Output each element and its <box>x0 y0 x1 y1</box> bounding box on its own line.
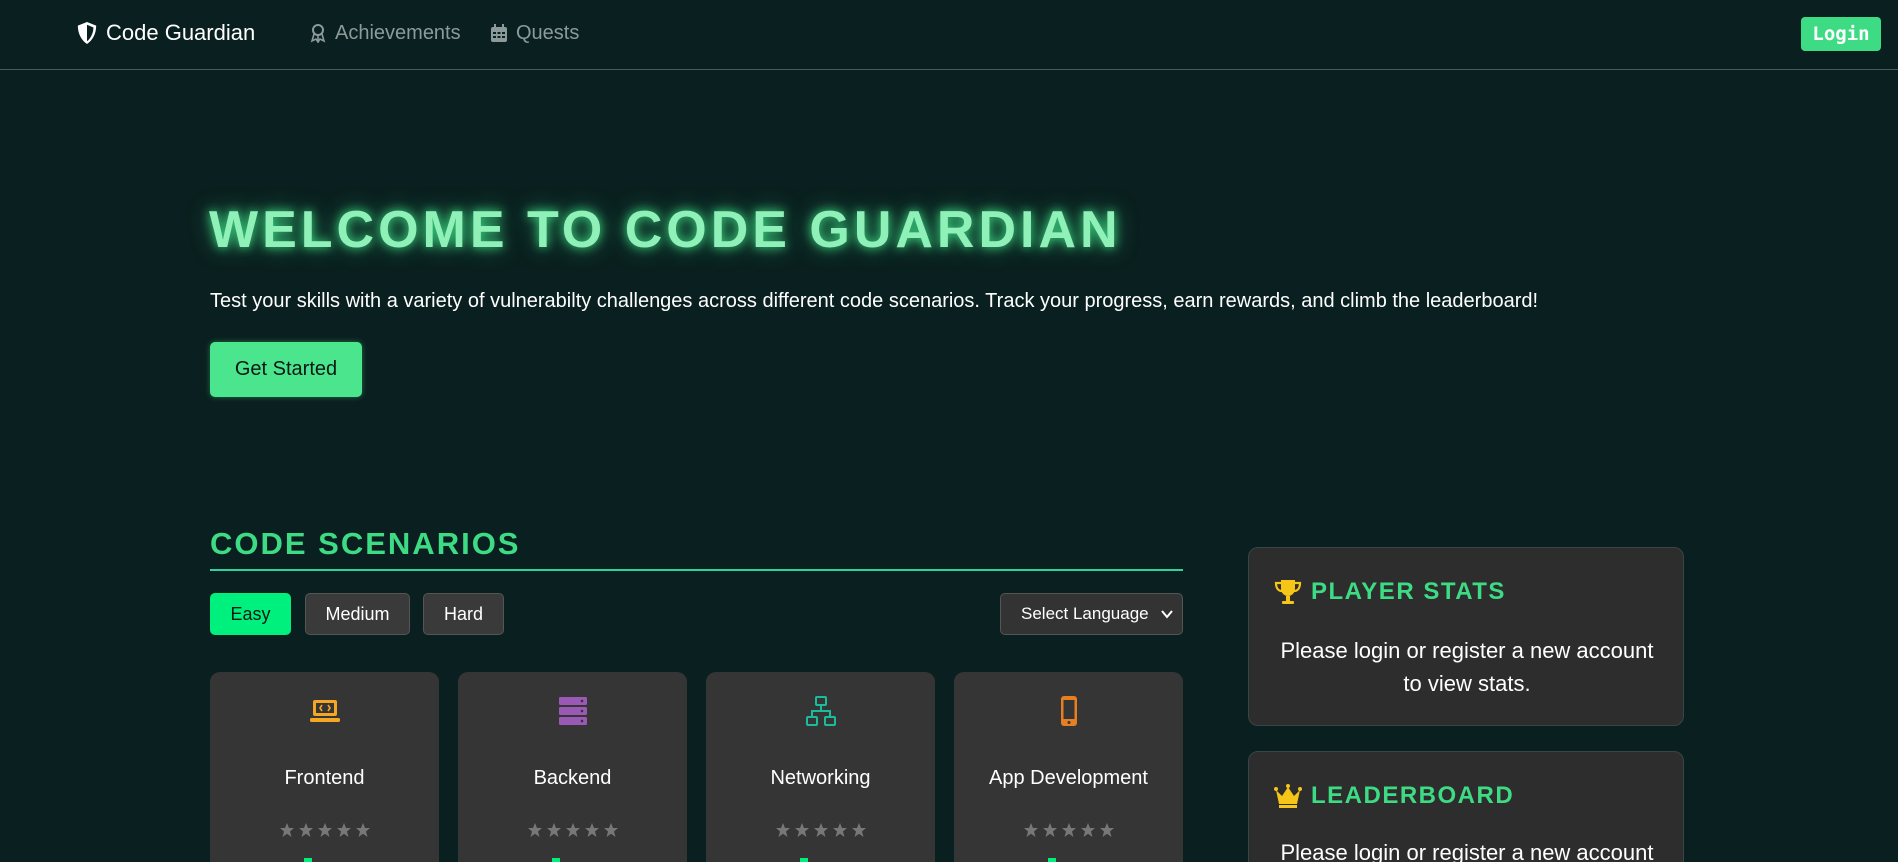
scenario-card-networking[interactable]: Networking <box>706 672 935 862</box>
navbar: Code Guardian Achievements Quests Login <box>0 0 1898 70</box>
nav-link-quests[interactable]: Quests <box>490 20 579 46</box>
star-icon <box>565 823 580 837</box>
star-icon <box>527 823 542 837</box>
brand-name: Code Guardian <box>106 20 256 45</box>
laptop-code-icon <box>310 700 340 722</box>
star-icon <box>1042 823 1057 837</box>
server-icon <box>559 697 587 725</box>
player-stats-message: Please login or register a new account t… <box>1280 638 1654 696</box>
star-icon <box>775 823 790 837</box>
calendar-icon <box>491 24 507 42</box>
get-started-button[interactable]: Get Started <box>210 342 362 397</box>
player-stats-title: PLAYER STATS <box>1311 578 1506 605</box>
network-icon <box>806 696 836 726</box>
award-icon <box>310 24 326 43</box>
star-icon <box>546 823 561 837</box>
card-title: Backend <box>533 767 612 789</box>
star-icon <box>813 823 828 837</box>
card-title: App Development <box>989 767 1148 789</box>
nav-link-label: Achievements <box>335 21 461 44</box>
star-icon <box>1080 823 1095 837</box>
star-rating <box>210 822 439 838</box>
section-divider <box>210 569 1183 571</box>
star-icon <box>584 823 599 837</box>
star-icon <box>336 823 351 837</box>
star-icon <box>1099 823 1114 837</box>
trophy-icon <box>1274 580 1302 604</box>
shield-icon <box>77 22 97 44</box>
star-icon <box>603 823 618 837</box>
star-icon <box>851 823 866 837</box>
leaderboard-panel: LEADERBOARD Please login or register a n… <box>1248 751 1684 862</box>
player-stats-header: PLAYER STATS <box>1273 576 1506 608</box>
star-icon <box>279 823 294 837</box>
star-icon <box>317 823 332 837</box>
star-icon <box>794 823 809 837</box>
language-select[interactable]: Select Language <box>1000 593 1183 635</box>
chevron-down-icon <box>1161 610 1173 619</box>
language-select-value: Select Language <box>1021 604 1149 623</box>
login-button[interactable]: Login <box>1801 17 1881 51</box>
card-title: Frontend <box>284 767 365 789</box>
card-title: Networking <box>770 767 871 789</box>
progress-indicator <box>304 858 312 862</box>
hero-subtitle: Test your skills with a variety of vulne… <box>210 290 1539 312</box>
leaderboard-title: LEADERBOARD <box>1311 782 1515 809</box>
nav-link-achievements[interactable]: Achievements <box>309 20 461 46</box>
difficulty-medium-button[interactable]: Medium <box>305 593 410 635</box>
progress-indicator <box>1048 858 1056 862</box>
difficulty-easy-button[interactable]: Easy <box>210 593 291 635</box>
scenario-card-frontend[interactable]: Frontend <box>210 672 439 862</box>
scenario-card-backend[interactable]: Backend <box>458 672 687 862</box>
mobile-icon <box>1061 696 1077 726</box>
scenarios-title: CODE SCENARIOS <box>210 526 521 561</box>
nav-link-label: Quests <box>516 21 580 44</box>
star-icon <box>1023 823 1038 837</box>
star-rating <box>458 822 687 838</box>
scenario-card-app-development[interactable]: App Development <box>954 672 1183 862</box>
difficulty-hard-button[interactable]: Hard <box>423 593 504 635</box>
progress-indicator <box>552 858 560 862</box>
leaderboard-message: Please login or register a new account t… <box>1280 840 1654 862</box>
star-icon <box>355 823 370 837</box>
star-rating <box>706 822 935 838</box>
star-icon <box>1061 823 1076 837</box>
player-stats-panel: PLAYER STATS Please login or register a … <box>1248 547 1684 726</box>
brand-link[interactable]: Code Guardian <box>76 18 255 48</box>
hero-title: WELCOME TO CODE GUARDIAN <box>209 201 1122 259</box>
progress-indicator <box>800 858 808 862</box>
leaderboard-header: LEADERBOARD <box>1273 780 1514 812</box>
star-rating <box>954 822 1183 838</box>
crown-icon <box>1274 784 1302 808</box>
star-icon <box>298 823 313 837</box>
star-icon <box>832 823 847 837</box>
